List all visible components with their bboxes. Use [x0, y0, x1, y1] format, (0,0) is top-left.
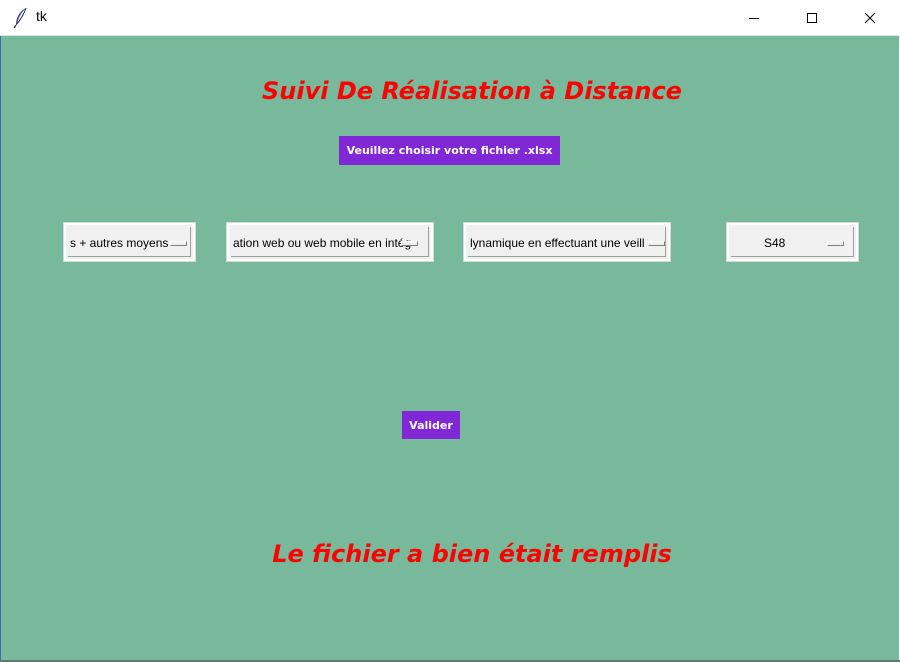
close-button[interactable]	[842, 0, 898, 36]
option-menu-3-value: lynamique en effectuant une veill	[470, 236, 645, 250]
option-menu-4[interactable]: S48	[726, 222, 859, 262]
option-menu-3[interactable]: lynamique en effectuant une veill	[463, 222, 671, 262]
feather-icon	[13, 7, 27, 29]
option-menu-1-indicator-icon	[170, 241, 187, 246]
page-title: Suivi De Réalisation à Distance	[262, 77, 682, 105]
close-icon	[864, 12, 876, 24]
option-menu-1[interactable]: s + autres moyens	[63, 222, 196, 262]
option-menu-2[interactable]: ation web ou web mobile en intég	[226, 222, 434, 262]
option-menu-3-indicator-icon	[648, 241, 665, 246]
maximize-icon	[807, 13, 817, 23]
validate-button[interactable]: Valider	[402, 411, 460, 439]
title-bar: tk	[0, 0, 900, 36]
minimize-button[interactable]	[726, 0, 782, 36]
option-menu-4-value: S48	[764, 236, 786, 250]
option-menu-2-value: ation web ou web mobile en intég	[233, 236, 412, 250]
status-message: Le fichier a bien était remplis	[272, 540, 672, 568]
window-title: tk	[36, 8, 47, 24]
choose-file-button[interactable]: Veuillez choisir votre fichier .xlsx	[339, 136, 560, 165]
minimize-icon	[749, 18, 759, 19]
maximize-button[interactable]	[784, 0, 840, 36]
option-menu-2-indicator-icon	[401, 241, 418, 246]
option-menu-4-indicator-icon	[827, 241, 844, 246]
option-menu-1-value: s + autres moyens	[70, 236, 169, 250]
